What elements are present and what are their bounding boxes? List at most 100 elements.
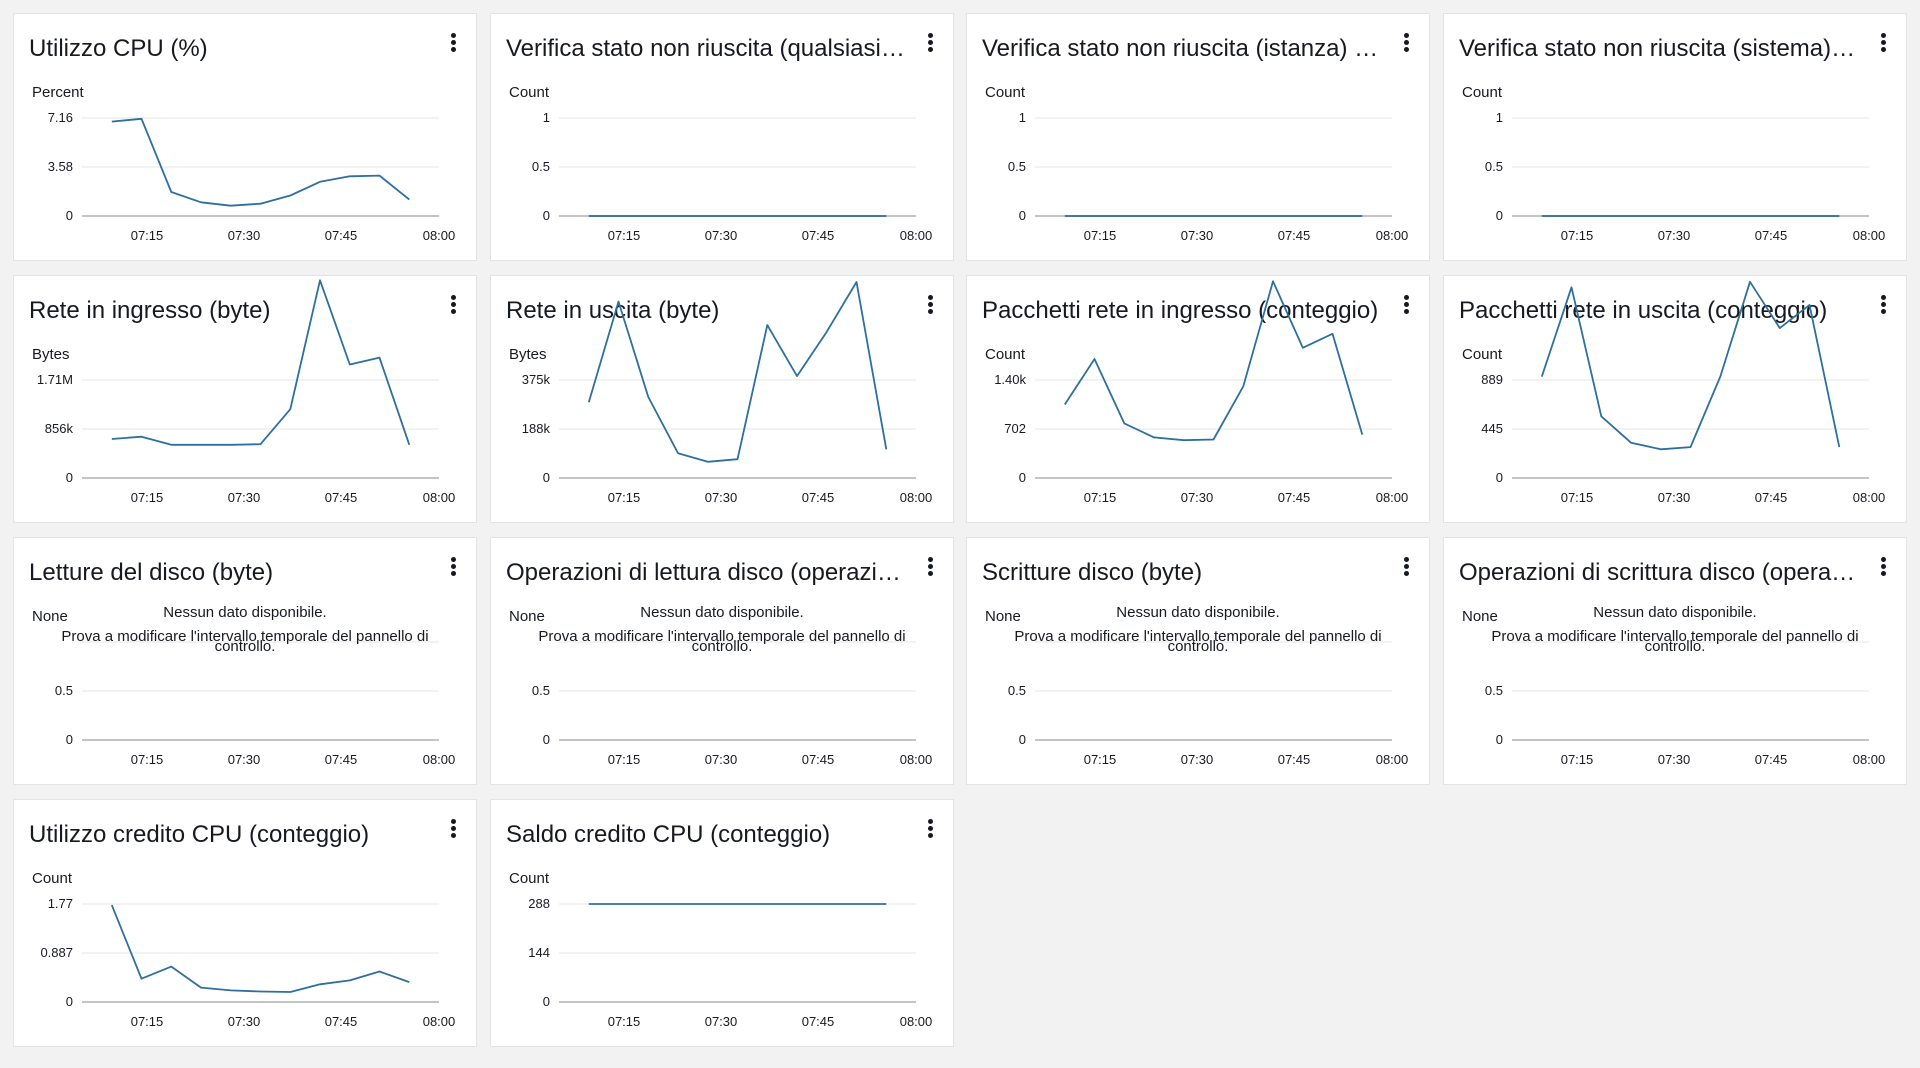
y-tick-label: 0.5 bbox=[532, 683, 550, 698]
x-tick-label: 08:00 bbox=[423, 1014, 456, 1029]
no-data-message: Nessun dato disponibile. Prova a modifica… bbox=[24, 602, 466, 668]
x-tick-label: 07:15 bbox=[131, 228, 164, 243]
y-tick-label: 0 bbox=[66, 732, 73, 747]
x-tick-label: 07:15 bbox=[1561, 228, 1594, 243]
x-tick-label: 07:45 bbox=[325, 752, 358, 767]
y-tick-label: 144 bbox=[528, 945, 550, 960]
no-data-text: controllo. bbox=[214, 638, 276, 655]
no-data-message: Nessun dato disponibile. Prova a modifica… bbox=[501, 602, 943, 668]
x-tick-label: 07:15 bbox=[1561, 490, 1594, 505]
x-tick-label: 07:15 bbox=[608, 1014, 641, 1029]
line-chart: 288 144 0 07:15 07:30 07:45 08:00 bbox=[528, 896, 933, 1029]
y-tick-label: 0.5 bbox=[1008, 683, 1026, 698]
metric-widget: Utilizzo credito CPU (conteggio) Count 1.7… bbox=[13, 799, 477, 1047]
y-tick-label: 0 bbox=[543, 470, 550, 485]
x-tick-label: 07:15 bbox=[131, 1014, 164, 1029]
y-tick-label: 3.58 bbox=[48, 159, 73, 174]
metric-widget: Operazioni di scrittura disco (operazion… bbox=[1443, 537, 1907, 785]
y-tick-label: 0 bbox=[66, 994, 73, 1009]
x-tick-label: 08:00 bbox=[423, 228, 456, 243]
series-line bbox=[1540, 280, 1841, 451]
y-tick-label: 889 bbox=[1481, 372, 1503, 387]
metric-widget: Rete in uscita (byte) Bytes 375k 188k 0 07:15… bbox=[490, 275, 954, 523]
x-tick-label: 07:45 bbox=[802, 1014, 835, 1029]
y-tick-label: 0 bbox=[1496, 470, 1503, 485]
y-tick-label: 0 bbox=[543, 208, 550, 223]
x-tick-label: 08:00 bbox=[1853, 752, 1886, 767]
x-tick-label: 07:15 bbox=[131, 490, 164, 505]
x-tick-label: 08:00 bbox=[1853, 228, 1886, 243]
series-line bbox=[111, 279, 411, 446]
metric-widget: Verifica stato non riuscita (sistema) (c… bbox=[1443, 13, 1907, 261]
x-tick-label: 07:45 bbox=[1278, 752, 1311, 767]
y-tick-label: 1.40k bbox=[994, 372, 1026, 387]
dashboard-grid: Utilizzo CPU (%) Percent 7.16 3.58 0 07:15 07:… bbox=[0, 0, 1920, 1068]
metric-widget: Verifica stato non riuscita (istanza) (c… bbox=[966, 13, 1430, 261]
x-tick-label: 08:00 bbox=[1853, 490, 1886, 505]
x-tick-label: 07:30 bbox=[705, 752, 738, 767]
y-tick-label: 1.71M bbox=[37, 372, 73, 387]
x-tick-label: 07:30 bbox=[228, 228, 261, 243]
x-tick-label: 07:30 bbox=[1181, 752, 1214, 767]
x-tick-label: 07:45 bbox=[325, 1014, 358, 1029]
x-tick-label: 07:15 bbox=[1561, 752, 1594, 767]
x-tick-label: 07:15 bbox=[131, 752, 164, 767]
y-tick-label: 7.16 bbox=[48, 110, 73, 125]
x-tick-label: 07:45 bbox=[1755, 752, 1788, 767]
x-tick-label: 07:45 bbox=[802, 228, 835, 243]
x-tick-label: 08:00 bbox=[900, 1014, 933, 1029]
x-tick-label: 07:30 bbox=[705, 228, 738, 243]
y-tick-label: 0.5 bbox=[55, 683, 73, 698]
x-tick-label: 07:30 bbox=[228, 1014, 261, 1029]
x-tick-label: 07:45 bbox=[1278, 228, 1311, 243]
metric-widget: Saldo credito CPU (conteggio) Count 288 144… bbox=[490, 799, 954, 1047]
line-chart: 1.40k 702 0 07:15 07:30 07:45 08:00 bbox=[994, 280, 1408, 505]
y-tick-label: 0 bbox=[1019, 208, 1026, 223]
y-tick-label: 0 bbox=[543, 994, 550, 1009]
metric-widget: Letture del disco (byte) None 0.5 0 07:15 07:… bbox=[13, 537, 477, 785]
line-chart: 1.77 0.887 0 07:15 07:30 07:45 08:00 bbox=[40, 896, 456, 1029]
y-tick-label: 0 bbox=[66, 208, 73, 223]
x-tick-label: 07:15 bbox=[608, 752, 641, 767]
y-tick-label: 0 bbox=[1019, 470, 1026, 485]
y-tick-label: 0.5 bbox=[532, 159, 550, 174]
metric-widget: Utilizzo CPU (%) Percent 7.16 3.58 0 07:15 07:… bbox=[13, 13, 477, 261]
x-tick-label: 07:15 bbox=[608, 490, 641, 505]
y-tick-label: 0.5 bbox=[1485, 159, 1503, 174]
x-tick-label: 08:00 bbox=[900, 228, 933, 243]
metric-widget: Pacchetti rete in ingresso (conteggio) Co… bbox=[966, 275, 1430, 523]
y-tick-label: 0.5 bbox=[1008, 159, 1026, 174]
x-tick-label: 07:45 bbox=[1278, 490, 1311, 505]
x-tick-label: 07:30 bbox=[1658, 752, 1691, 767]
metric-widget: Verifica stato non riuscita (qualsiasi) … bbox=[490, 13, 954, 261]
no-data-text: Nessun dato disponibile. bbox=[1116, 604, 1280, 621]
x-tick-label: 07:15 bbox=[608, 228, 641, 243]
metric-widget: Scritture disco (byte) None 0.5 0 07:15 07:30… bbox=[966, 537, 1430, 785]
y-tick-label: 0 bbox=[1496, 208, 1503, 223]
x-tick-label: 07:45 bbox=[1755, 490, 1788, 505]
x-tick-label: 07:15 bbox=[1084, 228, 1117, 243]
no-data-text: Nessun dato disponibile. bbox=[640, 604, 804, 621]
y-tick-label: 0.887 bbox=[40, 945, 73, 960]
y-tick-label: 445 bbox=[1481, 421, 1503, 436]
y-tick-label: 1 bbox=[543, 110, 550, 125]
x-tick-label: 08:00 bbox=[1376, 228, 1409, 243]
x-tick-label: 08:00 bbox=[900, 752, 933, 767]
x-tick-label: 08:00 bbox=[423, 490, 456, 505]
x-tick-label: 07:15 bbox=[1084, 752, 1117, 767]
y-tick-label: 0.5 bbox=[1485, 683, 1503, 698]
y-tick-label: 0 bbox=[1496, 732, 1503, 747]
line-chart: 1 0.5 0 07:15 07:30 07:45 08:00 bbox=[1485, 110, 1886, 243]
x-tick-label: 07:45 bbox=[802, 752, 835, 767]
no-data-text: controllo. bbox=[1644, 638, 1706, 655]
y-tick-label: 0 bbox=[1019, 732, 1026, 747]
x-tick-label: 08:00 bbox=[423, 752, 456, 767]
metric-widget: Rete in ingresso (byte) Bytes 1.71M 856k 0 07… bbox=[13, 275, 477, 523]
y-tick-label: 1 bbox=[1496, 110, 1503, 125]
series-line bbox=[1064, 280, 1364, 442]
x-tick-label: 07:30 bbox=[1181, 228, 1214, 243]
series-line bbox=[110, 904, 410, 993]
series-line bbox=[587, 281, 888, 463]
no-data-text: controllo. bbox=[691, 638, 753, 655]
y-tick-label: 856k bbox=[45, 421, 74, 436]
